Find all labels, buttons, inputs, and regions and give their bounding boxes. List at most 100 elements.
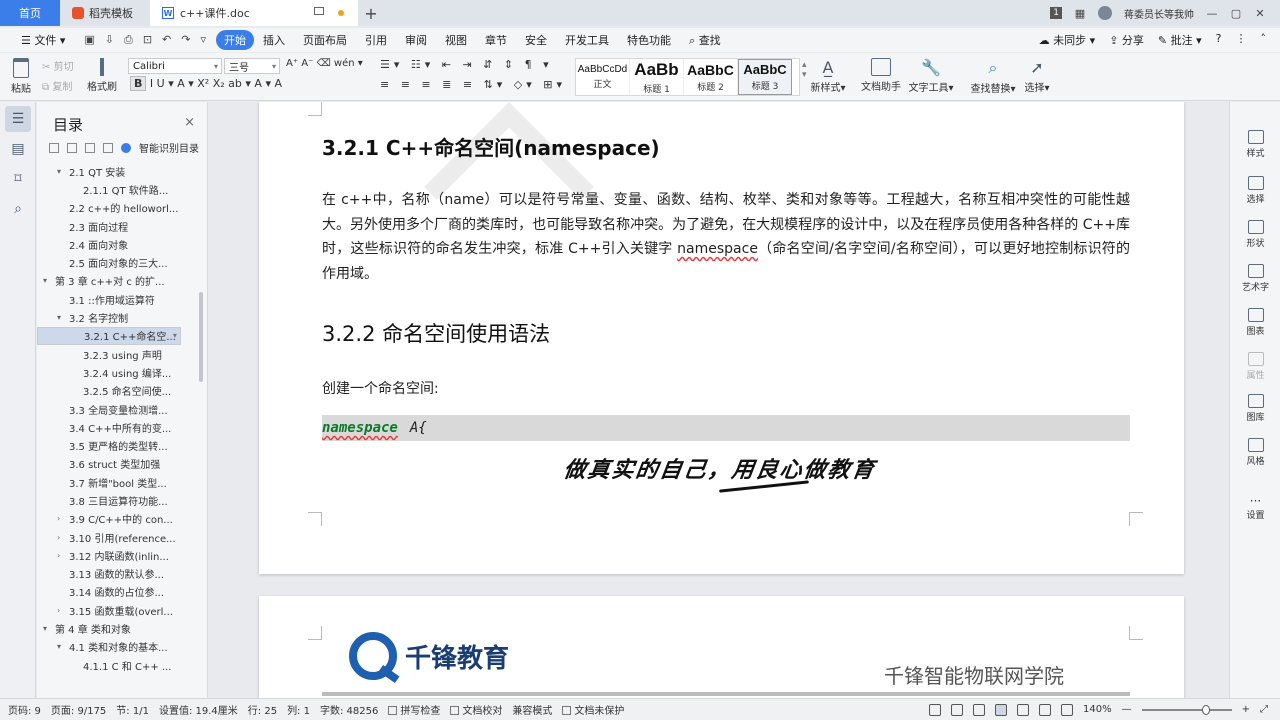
toc-item[interactable]: 3.4 C++中所有的变...	[37, 418, 195, 436]
toc-item[interactable]: 2.4 面向对象	[37, 235, 195, 253]
paste-button[interactable]: 粘贴	[8, 58, 34, 95]
panel-select-button[interactable]: 选择	[1230, 176, 1280, 205]
outline-view-icon[interactable]	[1017, 703, 1030, 716]
export-icon[interactable]: ⇩	[105, 33, 114, 47]
toc-item[interactable]: 3.7 新增"bool 类型...	[37, 473, 195, 491]
panel-style-button[interactable]: 样式	[1230, 130, 1280, 159]
italic-button[interactable]: I	[150, 77, 157, 90]
zoom-slider-knob[interactable]	[1201, 704, 1210, 715]
status-setting[interactable]: 设置值: 19.4厘米	[159, 702, 238, 717]
spell-check-button[interactable]: 拼写检查	[388, 702, 440, 717]
highlight-button[interactable]: ab ▾	[228, 77, 254, 90]
toc-item[interactable]: › 3.15 函数重载(overl...	[37, 601, 195, 619]
toc-item[interactable]: › 3.9 C/C++中的 con...	[37, 510, 195, 528]
bold-button[interactable]: B	[130, 76, 147, 91]
zoom-out-icon[interactable]: —	[1122, 704, 1132, 715]
toc-item[interactable]: 2.2 c++的 helloworl...	[37, 199, 195, 217]
menu-features[interactable]: 特色功能	[618, 32, 680, 48]
heading-3-2-2[interactable]: 3.2.2 命名空间使用语法	[322, 318, 550, 348]
font-grow-icon[interactable]: A⁺ A⁻ ⌫ wén ▾	[286, 58, 363, 69]
toc-expand-arrow-icon[interactable]: ›	[57, 514, 67, 523]
toc-item[interactable]: ▾ 第 3 章 c++对 c 的扩...	[37, 272, 195, 290]
panel-shape-button[interactable]: 形状	[1230, 220, 1280, 249]
font-name-select[interactable]: Calibri	[128, 58, 222, 74]
toc-expand-arrow-icon[interactable]: ›	[57, 606, 67, 615]
cut-button[interactable]: ✂ 剪切	[42, 58, 82, 73]
toc-icon[interactable]: ☰	[5, 106, 31, 132]
bookmark-icon[interactable]: ⌑	[5, 166, 31, 192]
format-painter-button[interactable]: 格式刷	[86, 58, 118, 93]
body-paragraph[interactable]: 在 c++中，名称（name）可以是符号常量、变量、函数、结构、枚举、类和对象等…	[322, 188, 1130, 286]
font-color-button[interactable]: A ▾	[177, 77, 197, 90]
toc-item[interactable]: ▾ 2.1 QT 安装	[37, 162, 195, 180]
zoom-slider[interactable]	[1141, 704, 1232, 715]
toc-item[interactable]: 3.2.1 C++命名空...	[37, 326, 181, 345]
redo-icon[interactable]: ↷	[181, 33, 190, 47]
page-badge[interactable]: 1	[1050, 7, 1062, 19]
toc-item[interactable]: 3.14 函数的占位参...	[37, 583, 195, 601]
smart-toc-button[interactable]: 智能识别目录	[139, 140, 199, 155]
grid-icon[interactable]: ▦	[1074, 7, 1086, 20]
underline-button[interactable]: U ▾	[157, 77, 174, 90]
style-normal[interactable]: AaBbCcDd 正文	[576, 59, 630, 95]
collapse-down-icon[interactable]	[85, 142, 95, 153]
toc-item[interactable]: 3.1 ::作用域运算符	[37, 290, 195, 308]
toc-item[interactable]: ▾ 第 4 章 类和对象	[37, 619, 195, 637]
text-tools-button[interactable]: 🔧 文字工具▾	[908, 58, 954, 94]
status-row[interactable]: 行: 25	[248, 702, 277, 717]
tab-document[interactable]: Wc++课件.doc	[150, 0, 358, 26]
toc-item[interactable]: 3.8 三目运算符功能...	[37, 491, 195, 509]
print-icon[interactable]: ⎙	[124, 33, 133, 47]
font-size-select[interactable]: 三号	[224, 58, 280, 74]
file-menu[interactable]: ☰ 文件 ▾	[12, 32, 74, 48]
toc-item[interactable]: 3.2.5 命名空间使...	[37, 382, 195, 400]
list-tools[interactable]: ☰▾ ☷▾ ⇤ ⇥ ⇵ ⇕ ¶ ▾	[380, 58, 553, 71]
zoom-level[interactable]: 140%	[1083, 704, 1112, 715]
style-heading2[interactable]: AaBbC 标题 2	[684, 59, 738, 95]
search-menu[interactable]: ⌕ 查找	[680, 32, 730, 48]
zoom-in-icon[interactable]: +	[1242, 704, 1250, 715]
select-button[interactable]: ➚ 选择▾	[1022, 58, 1052, 94]
find-replace-button[interactable]: ⌕ 查找替换▾	[968, 58, 1018, 95]
menu-home[interactable]: 开始	[216, 30, 255, 50]
panel-gallery-button[interactable]: 图库	[1230, 394, 1280, 423]
menu-section[interactable]: 章节	[476, 32, 516, 48]
toc-item[interactable]: 3.13 函数的默认参...	[37, 565, 195, 583]
style-heading3[interactable]: AaBbC 标题 3	[738, 59, 792, 95]
edit-mode-icon[interactable]	[973, 703, 986, 716]
avatar[interactable]	[1098, 6, 1112, 20]
save-icon[interactable]: ▣	[84, 33, 94, 47]
more-icon[interactable]: ⋮	[1236, 32, 1247, 48]
comment-button[interactable]: ✎ 批注 ▾	[1158, 32, 1202, 48]
menu-view[interactable]: 视图	[436, 32, 476, 48]
panel-properties-button[interactable]: 属性	[1230, 352, 1280, 381]
char-border-button[interactable]: A	[274, 77, 282, 90]
create-namespace-line[interactable]: 创建一个命名空间:	[322, 378, 439, 398]
panel-theme-button[interactable]: 风格	[1230, 438, 1280, 467]
web-view-icon[interactable]	[1039, 703, 1052, 716]
collapse-all-icon[interactable]	[103, 142, 113, 153]
styles-scroll-icon[interactable]: ▴ ▾	[802, 60, 807, 80]
toc-expand-arrow-icon[interactable]: ›	[57, 551, 67, 560]
new-tab-button[interactable]: +	[358, 0, 384, 26]
tab-home[interactable]: 首页	[0, 0, 60, 26]
maximize-icon[interactable]: ▢	[1230, 7, 1242, 20]
eye-protect-icon[interactable]	[951, 703, 964, 716]
toc-item[interactable]: 3.2.4 using 编译...	[37, 363, 195, 381]
page-view-icon[interactable]	[995, 703, 1008, 716]
heading-3-2-1[interactable]: 3.2.1 C++命名空间(namespace)	[322, 132, 660, 161]
pages-icon[interactable]: ▤	[5, 136, 31, 162]
align-tools[interactable]: ≡ ≡ ≡ ≣ ≡ ⇅▾ ◇▾ ⊞▾	[380, 78, 566, 91]
toc-close-icon[interactable]: ×	[184, 115, 195, 130]
menu-developer[interactable]: 开发工具	[556, 32, 618, 48]
toc-item[interactable]: 3.3 全局变量检测增...	[37, 400, 195, 418]
menu-layout[interactable]: 页面布局	[294, 32, 356, 48]
proofread-button[interactable]: 文档校对	[450, 702, 502, 717]
protect-button[interactable]: 文档未保护	[562, 702, 624, 717]
panel-chart-button[interactable]: 图表	[1230, 308, 1280, 337]
code-block[interactable]: namespace A{	[322, 415, 1130, 441]
preview-icon[interactable]: ⊡	[143, 33, 152, 47]
doc-helper-button[interactable]: 文档助手	[860, 58, 902, 93]
panel-wordart-button[interactable]: 艺术字	[1230, 264, 1280, 293]
style-heading1[interactable]: AaBb 标题 1	[630, 59, 684, 95]
